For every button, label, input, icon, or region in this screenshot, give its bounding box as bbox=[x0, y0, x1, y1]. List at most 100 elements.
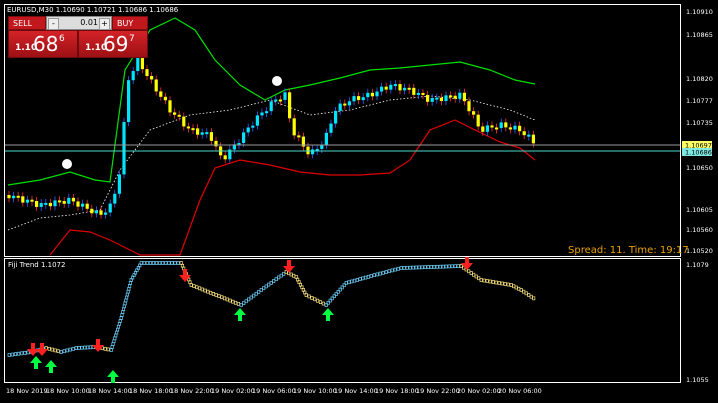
candle-body bbox=[393, 84, 397, 87]
time-label: 18 Nov 22:00 bbox=[170, 387, 214, 395]
price-label: 1.10650 bbox=[686, 164, 713, 172]
trend-marker bbox=[121, 310, 125, 315]
trend-marker bbox=[350, 279, 354, 284]
trend-marker bbox=[236, 302, 240, 306]
price-label: 1.10735 bbox=[686, 119, 713, 127]
buy-button[interactable]: BUY bbox=[112, 16, 148, 30]
trend-marker bbox=[176, 261, 180, 265]
candle-body bbox=[191, 128, 195, 131]
candle-body bbox=[467, 101, 471, 112]
trend-marker bbox=[472, 272, 476, 277]
trend-marker bbox=[7, 353, 11, 357]
buy-arrow-icon bbox=[107, 370, 119, 383]
candle-body bbox=[274, 99, 278, 102]
trend-marker bbox=[80, 345, 84, 350]
buy-price-button[interactable]: 1.10 69 7 bbox=[78, 30, 148, 58]
trend-marker bbox=[316, 298, 320, 303]
trend-marker bbox=[88, 345, 93, 350]
lot-increase-button[interactable]: + bbox=[99, 18, 110, 30]
candle-body bbox=[104, 212, 108, 215]
trend-marker bbox=[390, 268, 394, 273]
trend-marker bbox=[170, 261, 174, 265]
candle-body bbox=[357, 96, 361, 101]
lot-decrease-button[interactable]: - bbox=[48, 18, 59, 30]
trend-marker bbox=[164, 261, 168, 265]
buy-arrow-icon bbox=[234, 308, 246, 321]
trend-marker bbox=[151, 261, 156, 265]
buy-price-big: 69 bbox=[103, 32, 129, 56]
trend-marker bbox=[469, 271, 473, 275]
trend-marker bbox=[429, 265, 433, 269]
buy-price-pip: 7 bbox=[129, 34, 135, 44]
trend-marker bbox=[411, 265, 415, 270]
price-label: 1.10520 bbox=[686, 247, 713, 255]
chart-canvas[interactable]: EURUSD,M30 1.10690 1.10721 1.10686 1.106… bbox=[0, 0, 718, 403]
lot-size-value[interactable]: 0.01 bbox=[80, 17, 98, 29]
trend-marker bbox=[477, 276, 481, 281]
signal-dot bbox=[62, 159, 72, 169]
trend-marker bbox=[173, 261, 177, 265]
trend-marker bbox=[284, 270, 288, 274]
time-label: 18 Nov 2019 bbox=[6, 387, 48, 395]
trend-marker bbox=[122, 304, 126, 309]
candle-body bbox=[384, 86, 388, 90]
sell-price-button[interactable]: 1.10 68 6 bbox=[8, 30, 78, 58]
candle-body bbox=[499, 122, 503, 129]
trend-marker bbox=[71, 346, 75, 351]
time-label: 19 Nov 10:00 bbox=[293, 387, 337, 395]
candle-body bbox=[476, 114, 480, 127]
trend-marker bbox=[512, 284, 516, 289]
trend-marker bbox=[435, 264, 439, 269]
lot-size-field[interactable]: - 0.01 + bbox=[46, 16, 112, 30]
candle-body bbox=[352, 96, 356, 102]
price-axis: 1.10910 1.10865 1.10820 1.10777 1.10735 … bbox=[686, 8, 713, 255]
trend-marker bbox=[106, 347, 110, 352]
sell-arrow-icon bbox=[179, 269, 191, 282]
candle-body bbox=[99, 210, 103, 215]
buy-arrow-icon bbox=[322, 308, 334, 321]
trend-marker bbox=[500, 281, 504, 286]
time-label: 19 Nov 22:00 bbox=[416, 387, 460, 395]
candle-body bbox=[196, 128, 200, 135]
candle-body bbox=[85, 203, 89, 209]
price-label: 1.10560 bbox=[686, 226, 713, 234]
candle-body bbox=[16, 195, 20, 198]
trend-marker bbox=[420, 265, 424, 270]
trend-marker bbox=[142, 261, 146, 265]
trend-marker bbox=[405, 265, 409, 270]
trend-marker bbox=[417, 265, 421, 270]
candle-body bbox=[246, 127, 250, 133]
bid-price-tag-text: 1.10686 bbox=[685, 149, 712, 157]
time-label: 19 Nov 06:00 bbox=[252, 387, 296, 395]
trend-marker bbox=[123, 301, 127, 306]
candle-body bbox=[173, 112, 177, 115]
trend-marker bbox=[125, 295, 129, 300]
trend-marker bbox=[17, 351, 21, 356]
trend-marker bbox=[203, 288, 207, 293]
trend-marker bbox=[211, 292, 215, 296]
candle-body bbox=[145, 69, 149, 77]
trend-marker bbox=[121, 307, 126, 312]
trend-marker bbox=[467, 269, 471, 274]
trend-marker bbox=[26, 350, 30, 355]
candle-body bbox=[163, 96, 167, 101]
sell-button[interactable]: SELL bbox=[8, 16, 46, 30]
trend-marker bbox=[432, 265, 436, 269]
trend-marker bbox=[126, 289, 130, 294]
trend-marker bbox=[307, 294, 311, 299]
candle-body bbox=[81, 203, 85, 207]
trend-marker bbox=[414, 265, 418, 270]
indicator-axis-bottom: 1.1055 bbox=[686, 376, 709, 384]
trend-marker bbox=[225, 297, 229, 302]
trend-marker bbox=[161, 261, 165, 265]
trend-marker bbox=[459, 264, 463, 268]
candle-body bbox=[288, 92, 292, 119]
buy-arrow-icon bbox=[30, 356, 42, 369]
trend-marker bbox=[77, 346, 81, 350]
trend-marker bbox=[381, 270, 385, 275]
trend-marker bbox=[292, 273, 296, 278]
trend-marker bbox=[527, 293, 531, 297]
trend-marker bbox=[192, 284, 196, 288]
trend-marker bbox=[125, 292, 129, 297]
trend-marker bbox=[387, 269, 391, 274]
